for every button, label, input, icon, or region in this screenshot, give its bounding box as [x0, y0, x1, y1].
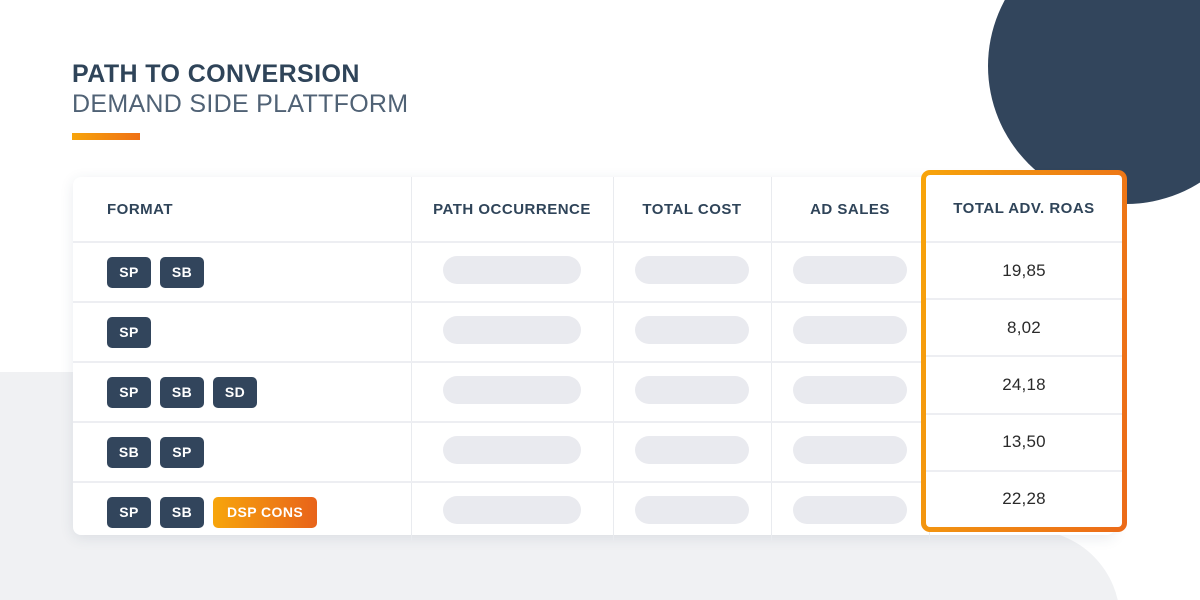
redacted-value-placeholder [443, 375, 581, 404]
roas-value: 13,50 [926, 412, 1122, 470]
cell-path-occurrence [411, 421, 614, 482]
redacted-value-placeholder [443, 315, 581, 344]
cell-total-cost [613, 301, 772, 362]
column-header-total-adv-roas-highlighted: TOTAL ADV. ROAS [953, 199, 1095, 217]
cell-path-occurrence [411, 481, 614, 541]
redacted-value-placeholder [793, 255, 907, 284]
format-badge: SP [107, 376, 151, 408]
cell-ad-sales [771, 421, 930, 482]
roas-value: 24,18 [926, 355, 1122, 412]
format-badge: SB [160, 256, 204, 288]
redacted-value-placeholder [793, 315, 907, 344]
redacted-value-placeholder [793, 375, 907, 404]
redacted-value-placeholder [635, 375, 749, 404]
cell-total-cost [613, 241, 772, 302]
cell-path-occurrence [411, 361, 614, 422]
cell-format: SP SB SD [73, 361, 412, 422]
format-badge-group: SP SB DSP CONS [107, 496, 411, 528]
page-subtitle: DEMAND SIDE PLATTFORM [72, 89, 409, 118]
cell-total-cost [613, 421, 772, 482]
accent-underline [72, 133, 140, 140]
cell-format: SP [73, 301, 412, 362]
column-header-format: FORMAT [73, 177, 412, 242]
redacted-value-placeholder [635, 315, 749, 344]
cell-ad-sales [771, 361, 930, 422]
format-badge-group: SB SP [107, 436, 411, 468]
redacted-value-placeholder [443, 435, 581, 464]
format-badge-group: SP [107, 316, 411, 348]
cell-ad-sales [771, 481, 930, 541]
redacted-value-placeholder [635, 435, 749, 464]
format-badge: SP [160, 436, 204, 468]
format-badge: SB [160, 376, 204, 408]
cell-format: SP SB DSP CONS [73, 481, 412, 541]
cell-total-cost [613, 361, 772, 422]
cell-format: SP SB [73, 241, 412, 302]
format-badge: SD [213, 376, 257, 408]
roas-value: 8,02 [926, 298, 1122, 355]
redacted-value-placeholder [793, 495, 907, 524]
format-badge: SP [107, 496, 151, 528]
cell-format: SB SP [73, 421, 412, 482]
format-badge-group: SP SB [107, 256, 411, 288]
redacted-value-placeholder [635, 255, 749, 284]
column-header-path-occurrence: PATH OCCURRENCE [411, 177, 614, 242]
roas-value: 22,28 [926, 469, 1122, 527]
format-badge: SB [160, 496, 204, 528]
roas-value: 19,85 [926, 241, 1122, 298]
cell-total-cost [613, 481, 772, 541]
column-header-ad-sales: AD SALES [771, 177, 930, 242]
format-badge-dsp-cons: DSP CONS [213, 496, 318, 528]
page-title: PATH TO CONVERSION [72, 60, 360, 88]
page-heading: PATH TO CONVERSION DEMAND SIDE PLATTFORM [72, 60, 408, 140]
redacted-value-placeholder [443, 495, 581, 524]
cell-path-occurrence [411, 301, 614, 362]
redacted-value-placeholder [443, 255, 581, 284]
redacted-value-placeholder [635, 495, 749, 524]
cell-path-occurrence [411, 241, 614, 302]
format-badge-group: SP SB SD [107, 376, 411, 408]
format-badge: SP [107, 256, 151, 288]
format-badge: SB [107, 436, 151, 468]
format-badge: SP [107, 316, 151, 348]
cell-ad-sales [771, 241, 930, 302]
column-header-total-cost: TOTAL COST [613, 177, 772, 242]
roas-column-overlay: TOTAL ADV. ROAS 19,85 8,02 24,18 13,50 2… [921, 170, 1127, 532]
cell-ad-sales [771, 301, 930, 362]
redacted-value-placeholder [793, 435, 907, 464]
